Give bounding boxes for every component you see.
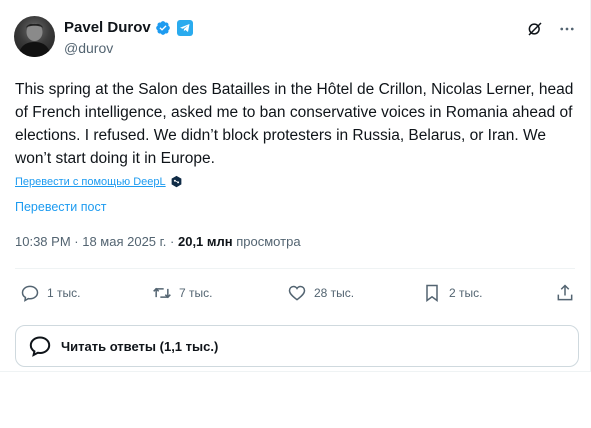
grok-icon[interactable] [526, 20, 544, 38]
heart-icon [288, 285, 306, 301]
post-date[interactable]: 18 мая 2025 г. [82, 234, 166, 249]
read-replies-label[interactable]: Читать ответы (1,1 тыс.) [61, 339, 218, 354]
author-name[interactable]: Pavel Durov [64, 19, 151, 36]
translate-deepl-label[interactable]: Перевести с помощью DeepL [15, 176, 166, 188]
share-icon [557, 284, 573, 301]
author-handle[interactable]: @durov [64, 40, 113, 56]
repost-icon [153, 287, 171, 299]
reply-count: 1 тыс. [47, 286, 81, 300]
repost-count: 7 тыс. [179, 286, 213, 300]
reply-icon [21, 285, 39, 302]
repost-button[interactable]: 7 тыс. [152, 283, 212, 303]
read-replies-button[interactable]: Читать ответы (1,1 тыс.) [15, 325, 579, 367]
bookmark-count: 2 тыс. [449, 286, 483, 300]
views-label: просмотра [236, 234, 301, 249]
avatar[interactable] [14, 16, 55, 57]
bookmark-icon [426, 284, 438, 302]
telegram-icon [176, 19, 193, 36]
reply-button[interactable]: 1 тыс. [20, 283, 80, 303]
author-name-row[interactable]: Pavel Durov [64, 19, 193, 36]
meta-separator: · [166, 234, 178, 249]
views-count: 20,1 млн [177, 234, 233, 249]
bookmark-button[interactable]: 2 тыс. [422, 283, 482, 303]
deepl-icon [171, 175, 182, 188]
post-time[interactable]: 10:38 PM [15, 234, 71, 249]
like-count: 28 тыс. [314, 286, 355, 300]
tweet-top-actions [526, 20, 576, 38]
speech-bubble-icon [29, 336, 51, 357]
share-button[interactable] [555, 283, 575, 303]
divider [15, 268, 575, 269]
verified-badge-icon [155, 20, 170, 35]
translate-deepl-link[interactable]: Перевести с помощью DeepL [15, 175, 183, 188]
post-text: This spring at the Salon des Batailles i… [15, 81, 574, 167]
action-bar: 1 тыс. 7 тыс. 28 тыс. 2 тыс. [0, 283, 591, 305]
meta-separator: · [70, 234, 83, 249]
translate-post-link[interactable]: Перевести пост [15, 200, 106, 214]
post-meta: 10:38 PM · 18 мая 2025 г. · 20,1 млн про… [15, 234, 301, 249]
tweet-card: Pavel Durov @durov This spring at the Sa… [0, 0, 591, 372]
like-button[interactable]: 28 тыс. [287, 283, 354, 303]
more-options-icon[interactable] [558, 20, 576, 38]
